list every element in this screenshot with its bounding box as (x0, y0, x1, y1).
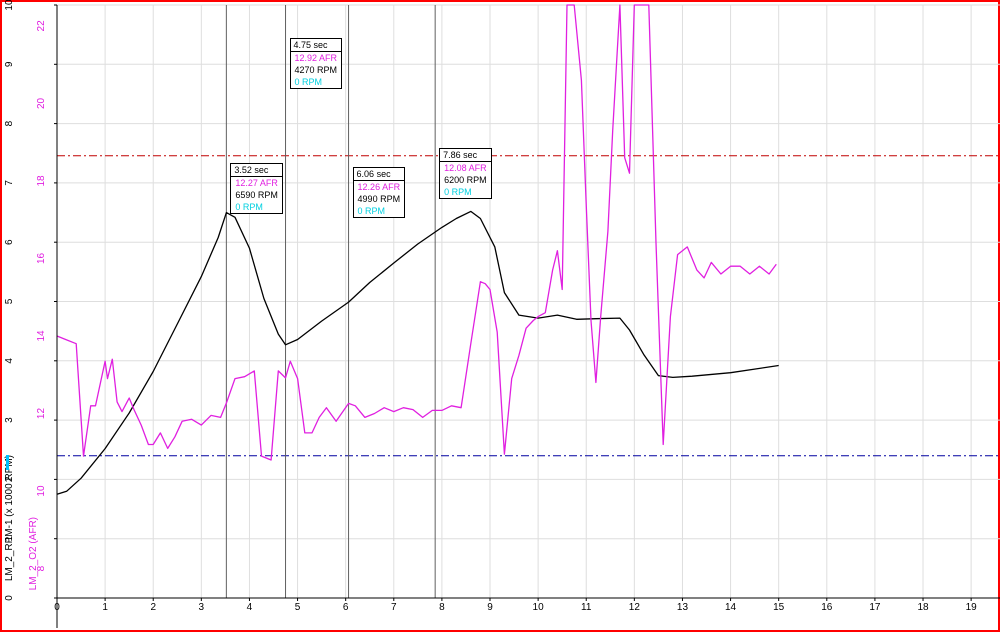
cursor-rpm2-value: 0 RPM (294, 77, 323, 87)
series-line-lm-2-rpm-1 (56, 210, 779, 495)
grid-lines (56, 4, 1000, 599)
x-tick-label: 7 (391, 602, 397, 613)
cursor-afr-value: 12.92 AFR (294, 53, 338, 63)
axis-selection-marker (6, 455, 9, 470)
cursor-rpm-value: 4990 RPM (357, 194, 401, 204)
x-tick-label: 17 (869, 602, 881, 613)
afr-tick-label: 12 (36, 408, 47, 420)
x-tick-label: 13 (677, 602, 689, 613)
rpm-tick-label: 8 (4, 120, 15, 126)
cursor-time: 7.86 sec (440, 149, 491, 162)
cursor-readout-box[interactable]: 3.52 sec 12.27 AFR 6590 RPM 0 RPM (230, 163, 283, 214)
x-tick-label: 14 (725, 602, 737, 613)
tick-labels: 0 1 2 3 4 5 6 7 8 9 10 11 12 13 14 15 16 17 18 190123456789… (4, 0, 977, 613)
reference-lines (57, 155, 1000, 457)
cursor-rpm2-value: 0 RPM (357, 206, 386, 216)
x-tick-label: 3 (199, 602, 205, 613)
x-tick-label: 10 (533, 602, 545, 613)
rpm-tick-label: 5 (4, 298, 15, 304)
cursor-rpm-value: 4270 RPM (294, 65, 338, 75)
x-tick-label: 18 (917, 602, 929, 613)
afr-tick-label: 22 (36, 20, 47, 32)
rpm-tick-label: 10 (4, 0, 15, 11)
cursor-time: 4.75 sec (290, 39, 342, 52)
x-tick-label: 4 (247, 602, 253, 613)
afr-tick-label: 18 (36, 175, 47, 187)
afr-tick-label: 10 (36, 485, 47, 497)
x-tick-label: 19 (966, 602, 978, 613)
rpm-tick-label: 3 (4, 417, 15, 423)
afr-tick-label: 20 (36, 97, 47, 109)
afr-axis-label: LM_2_O2 (AFR) (28, 517, 39, 591)
rpm-tick-label: 9 (4, 61, 15, 67)
x-tick-label: 2 (150, 602, 156, 613)
cursor-afr-value: 12.08 AFR (444, 163, 487, 173)
x-tick-label: 8 (439, 602, 445, 613)
x-tick-label: 5 (295, 602, 301, 613)
x-tick-label: 12 (629, 602, 641, 613)
rpm-tick-label: 0 (4, 595, 15, 601)
x-tick-label: 1 (102, 602, 108, 613)
cursor-rpm2-value: 0 RPM (235, 202, 263, 212)
cursor-readout-box[interactable]: 7.86 sec 12.08 AFR 6200 RPM 0 RPM (439, 148, 492, 199)
data-series (56, 4, 779, 495)
series-line-lm-2-o2 (56, 4, 777, 461)
cursor-readout-box[interactable]: 4.75 sec 12.92 AFR 4270 RPM 0 RPM (289, 38, 343, 89)
afr-tick-label: 14 (36, 330, 47, 342)
rpm-axis-label: LM_2_RPM-1 (x 1000 RPM) (4, 455, 15, 582)
rpm-tick-label: 4 (4, 358, 15, 364)
x-tick-label: 0 (54, 602, 60, 613)
cursor-time: 3.52 sec (231, 164, 282, 177)
cursor-readout-box[interactable]: 6.06 sec 12.26 AFR 4990 RPM 0 RPM (352, 167, 406, 218)
cursor-rpm2-value: 0 RPM (444, 187, 472, 197)
chart-plot[interactable]: 0 1 2 3 4 5 6 7 8 9 10 11 12 13 14 15 16 17 18 190123456789… (0, 0, 1000, 632)
x-tick-label: 9 (487, 602, 493, 613)
x-tick-label: 16 (821, 602, 833, 613)
x-tick-label: 15 (773, 602, 785, 613)
afr-tick-label: 16 (36, 252, 47, 264)
rpm-tick-label: 7 (4, 180, 15, 186)
cursor-rpm-value: 6590 RPM (235, 190, 278, 200)
x-tick-label: 11 (581, 602, 592, 613)
x-tick-label: 6 (343, 602, 349, 613)
rpm-tick-label: 6 (4, 239, 15, 245)
cursor-afr-value: 12.27 AFR (235, 178, 278, 188)
cursor-time: 6.06 sec (353, 168, 405, 181)
cursor-rpm-value: 6200 RPM (444, 175, 487, 185)
cursor-afr-value: 12.26 AFR (357, 182, 401, 192)
